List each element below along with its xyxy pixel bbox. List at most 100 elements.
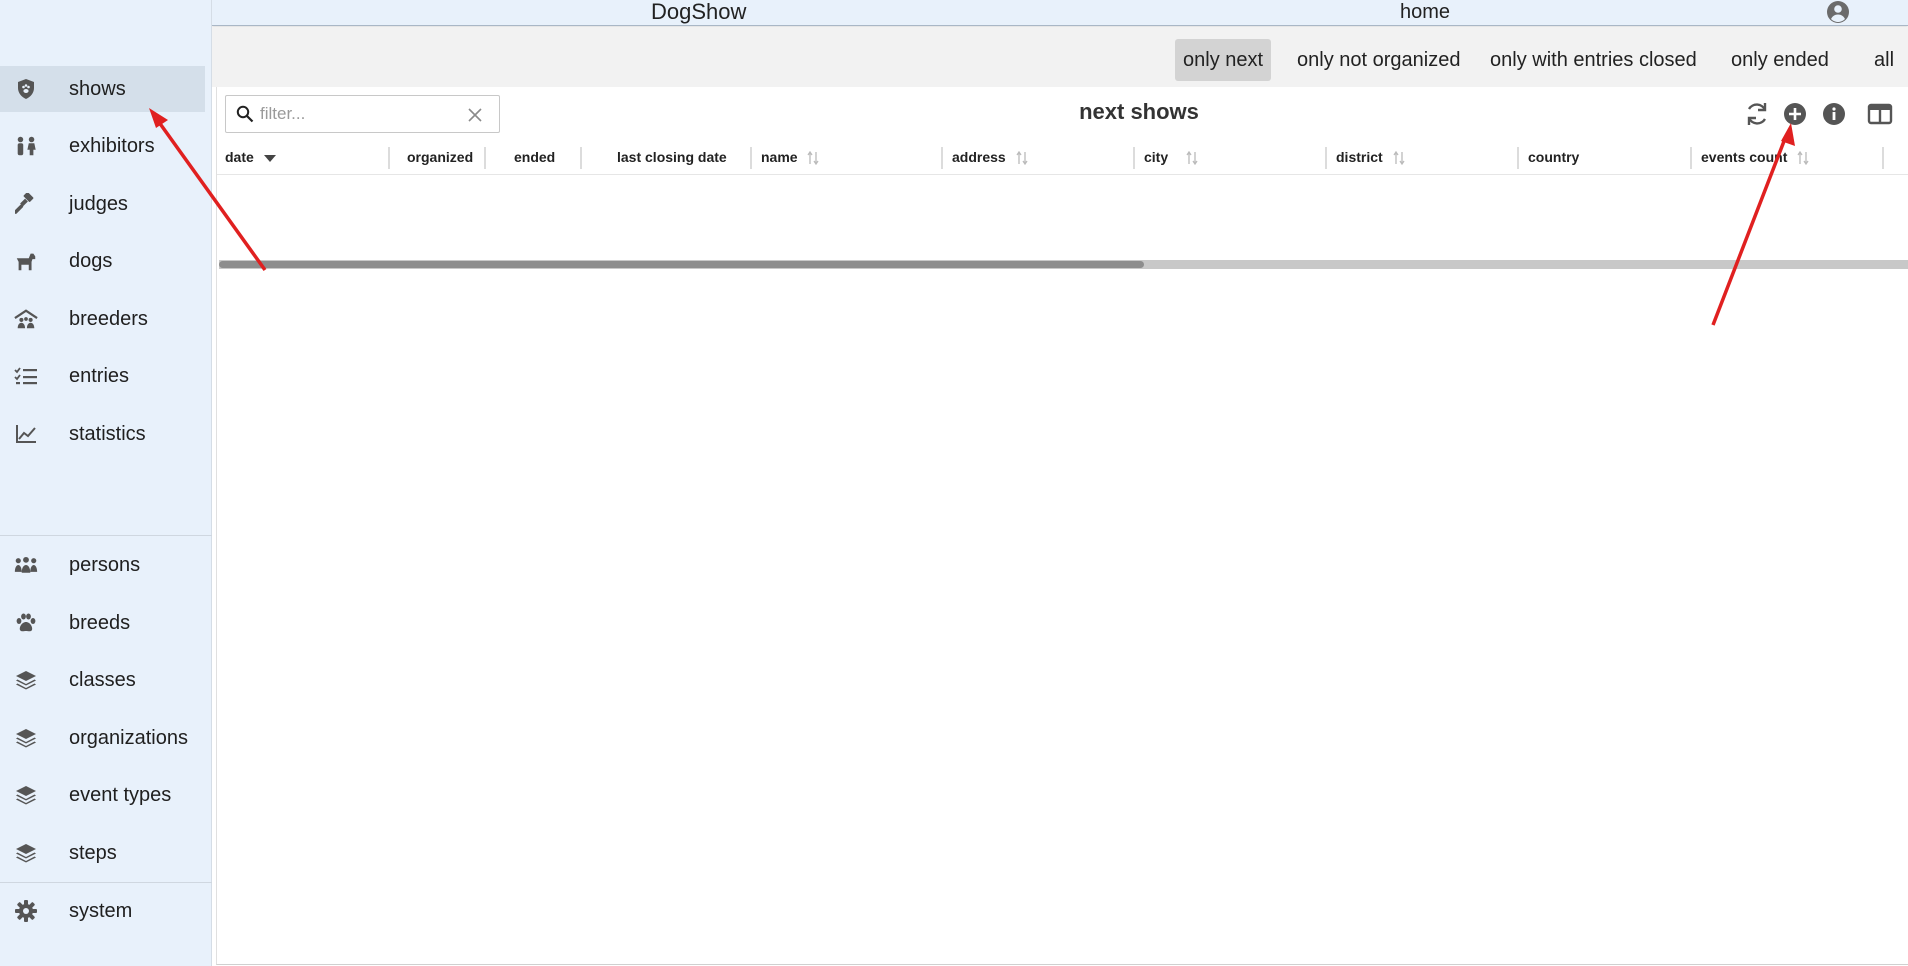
- column-label: name: [761, 149, 798, 165]
- paw-icon: [14, 612, 38, 634]
- filter-only-not-organized[interactable]: only not organized: [1289, 39, 1468, 81]
- sidebar-item-judges[interactable]: judges: [0, 181, 205, 227]
- checklist-icon: [14, 365, 38, 387]
- grid-header-row: date organized ended last closing date n…: [217, 139, 1908, 175]
- sidebar-item-label: steps: [69, 842, 117, 864]
- sidebar-item-exhibitors[interactable]: exhibitors: [0, 123, 205, 169]
- sidebar-item-label: dogs: [69, 250, 113, 272]
- sidebar-item-label: exhibitors: [69, 135, 155, 157]
- column-resizer[interactable]: [941, 147, 943, 169]
- add-circle-icon[interactable]: [1782, 101, 1808, 127]
- sidebar-item-statistics[interactable]: statistics: [0, 411, 205, 457]
- search-input[interactable]: [258, 100, 458, 128]
- column-label: date: [225, 149, 254, 165]
- column-header-name[interactable]: name: [761, 147, 820, 167]
- sort-icon: [1016, 151, 1028, 166]
- sidebar: shows exhibitors judges dogs breeders en…: [0, 0, 212, 966]
- filter-bar: only next only not organized only with e…: [212, 27, 1908, 87]
- column-resizer[interactable]: [484, 147, 486, 169]
- column-label: address: [952, 149, 1006, 165]
- top-bar: DogShow home: [212, 0, 1908, 26]
- gavel-icon: [14, 193, 38, 215]
- column-header-events-count[interactable]: events count: [1701, 147, 1809, 167]
- line-chart-icon: [14, 423, 38, 445]
- sort-icon: [1186, 151, 1198, 166]
- sidebar-item-label: breeds: [69, 612, 131, 634]
- column-header-address[interactable]: address: [952, 147, 1028, 167]
- column-label: city: [1144, 149, 1169, 165]
- sidebar-divider: [0, 882, 212, 883]
- filter-all[interactable]: all: [1866, 39, 1902, 81]
- sidebar-item-classes[interactable]: classes: [0, 657, 205, 703]
- sidebar-item-entries[interactable]: entries: [0, 353, 205, 399]
- sidebar-item-breeders[interactable]: breeders: [0, 296, 205, 342]
- sidebar-item-label: classes: [69, 669, 136, 691]
- column-resizer[interactable]: [580, 147, 582, 169]
- column-label: events count: [1701, 149, 1788, 165]
- column-header-last-closing-date[interactable]: last closing date: [617, 147, 727, 167]
- column-resizer[interactable]: [1882, 147, 1884, 169]
- sidebar-item-label: statistics: [69, 423, 146, 445]
- sidebar-item-breeds[interactable]: breeds: [0, 600, 205, 646]
- column-resizer[interactable]: [1325, 147, 1327, 169]
- column-header-city[interactable]: city: [1144, 147, 1198, 167]
- column-header-date[interactable]: date: [225, 147, 276, 167]
- column-resizer[interactable]: [750, 147, 752, 169]
- sidebar-divider: [0, 535, 212, 536]
- people-icon: [14, 135, 38, 157]
- gear-icon: [14, 900, 38, 922]
- refresh-icon[interactable]: [1744, 101, 1770, 127]
- sidebar-item-label: entries: [69, 365, 130, 387]
- sidebar-item-system[interactable]: system: [0, 888, 205, 934]
- column-resizer[interactable]: [1133, 147, 1135, 169]
- sidebar-item-dogs[interactable]: dogs: [0, 238, 205, 284]
- layers-icon: [14, 842, 38, 864]
- info-icon[interactable]: [1821, 101, 1847, 127]
- sidebar-item-persons[interactable]: persons: [0, 542, 205, 588]
- sort-icon: [807, 151, 820, 166]
- horizontal-scrollbar[interactable]: [219, 260, 1908, 269]
- layers-icon: [14, 727, 38, 749]
- layers-icon: [14, 669, 38, 691]
- sort-desc-icon: [263, 155, 276, 163]
- filter-only-entries-closed[interactable]: only with entries closed: [1482, 39, 1705, 81]
- column-resizer[interactable]: [1517, 147, 1519, 169]
- column-header-ended[interactable]: ended: [514, 147, 555, 167]
- search-icon: [236, 105, 254, 123]
- sidebar-item-label: event types: [69, 784, 172, 806]
- column-label: district: [1336, 149, 1383, 165]
- columns-icon[interactable]: [1867, 101, 1893, 127]
- filter-only-ended[interactable]: only ended: [1723, 39, 1837, 81]
- shows-grid: next shows date: [216, 87, 1908, 965]
- sidebar-item-label: persons: [69, 554, 141, 576]
- sidebar-item-shows[interactable]: shows: [0, 66, 205, 112]
- column-resizer[interactable]: [1690, 147, 1692, 169]
- shield-paw-icon: [14, 78, 38, 100]
- account-circle-icon[interactable]: [1826, 0, 1850, 24]
- layers-icon: [14, 784, 38, 806]
- column-header-organized[interactable]: organized: [407, 147, 473, 167]
- column-header-country[interactable]: country: [1528, 147, 1579, 167]
- app-root: DogShow home shows exhibitors judges dog…: [0, 0, 1908, 966]
- column-resizer[interactable]: [388, 147, 390, 169]
- sidebar-item-organizations[interactable]: organizations: [0, 715, 205, 761]
- dog-icon: [14, 250, 38, 272]
- app-title: DogShow: [651, 0, 747, 24]
- home-link[interactable]: home: [1400, 0, 1450, 24]
- sort-icon: [1797, 151, 1809, 166]
- sidebar-item-event-types[interactable]: event types: [0, 772, 205, 818]
- column-header-district[interactable]: district: [1336, 147, 1405, 167]
- sort-icon: [1393, 151, 1405, 166]
- group-icon: [14, 554, 38, 576]
- sidebar-item-label: system: [69, 900, 133, 922]
- sidebar-item-label: breeders: [69, 308, 148, 330]
- filter-only-next[interactable]: only next: [1175, 39, 1272, 81]
- sidebar-item-label: organizations: [69, 727, 188, 749]
- sidebar-item-steps[interactable]: steps: [0, 830, 205, 876]
- sidebar-item-label: judges: [69, 193, 128, 215]
- house-people-icon: [14, 308, 38, 330]
- scrollbar-thumb[interactable]: [219, 261, 1144, 268]
- search-box: [225, 95, 500, 133]
- sidebar-item-label: shows: [69, 78, 126, 100]
- close-icon[interactable]: [467, 107, 483, 123]
